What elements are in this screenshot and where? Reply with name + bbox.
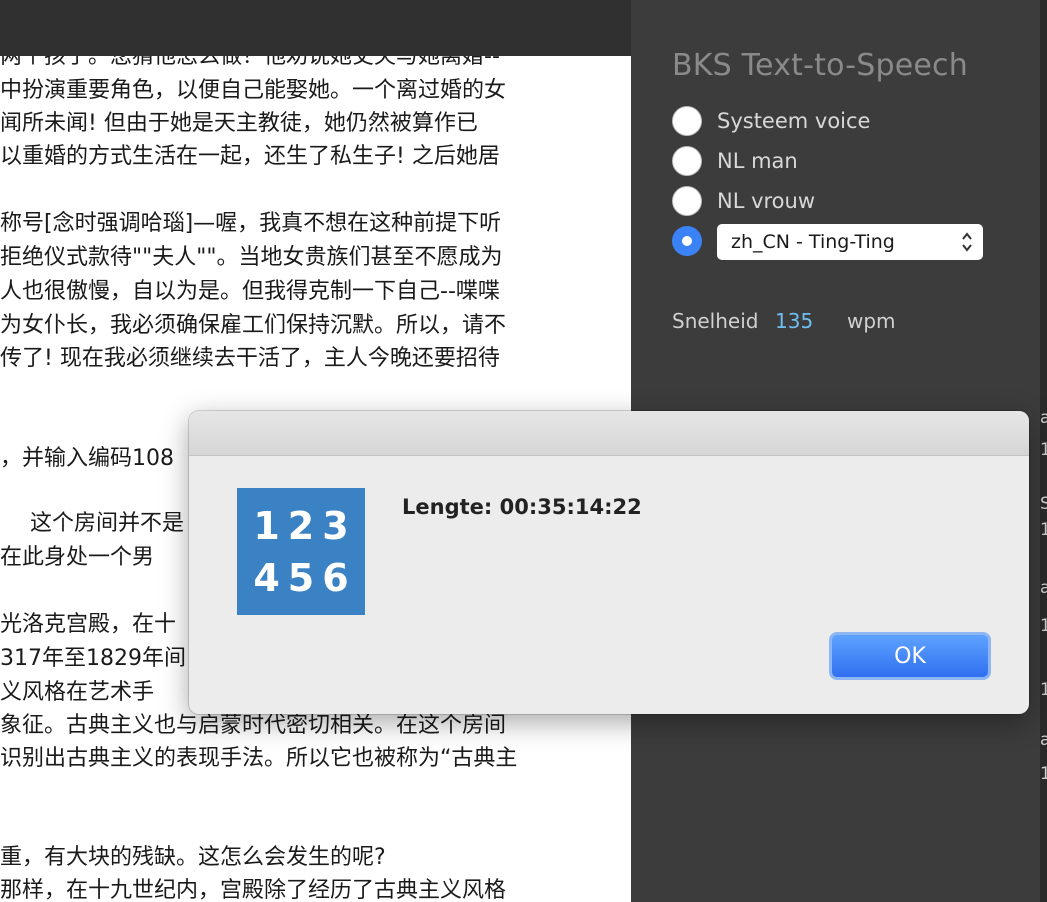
edge-text-fragment: 1: [1040, 440, 1047, 460]
radio-custom-voice[interactable]: [672, 226, 702, 256]
doc-line: 拒绝仪式款待""夫人""。当地女贵族们甚至不愿成为: [0, 245, 503, 270]
radio-button-icon[interactable]: [672, 106, 702, 136]
doc-line: 为女仆长，我必须确保雇工们保持沉默。所以，请不: [0, 313, 507, 338]
speed-value[interactable]: 135: [775, 309, 813, 333]
radio-systeem-voice[interactable]: Systeem voice: [672, 106, 870, 136]
edge-text-fragment: 1: [1040, 680, 1047, 700]
doc-line: 闻所未闻! 但由于她是天主教徒，她仍然被算作已: [0, 111, 478, 136]
doc-line: 那样，在十九世纪内，宫殿除了经历了古典主义风格: [0, 878, 507, 902]
doc-line: 重，有大块的残缺。这怎么会发生的呢?: [0, 845, 386, 870]
edge-text-fragment: 1: [1040, 520, 1047, 540]
voice-select[interactable]: zh_CN - Ting-Ting: [717, 224, 983, 260]
radio-label: Systeem voice: [717, 109, 871, 133]
select-arrows-icon: [959, 229, 975, 255]
radio-nl-man[interactable]: NL man: [672, 146, 798, 176]
edge-text-fragment: 1: [1040, 764, 1047, 784]
app-numbers-icon: 123 456: [237, 488, 365, 615]
radio-label: NL vrouw: [717, 189, 816, 213]
speed-unit: wpm: [847, 309, 896, 333]
edge-text-fragment: a: [1040, 408, 1047, 428]
doc-line: 人也很傲慢，自以为是。但我得克制一下自己--喋喋: [0, 279, 500, 304]
icon-row: 123: [253, 503, 357, 548]
doc-line: 光洛克宫殿，在十: [0, 612, 177, 637]
speed-label: Snelheid: [672, 309, 759, 333]
doc-line: 传了! 现在我必须继续去干活了，主人今晚还要招待: [0, 346, 500, 371]
doc-line: 这个房间并不是: [30, 511, 185, 536]
panel-title: BKS Text-to-Speech: [672, 48, 968, 83]
edge-text-fragment: 1: [1040, 616, 1047, 636]
icon-row: 456: [253, 555, 357, 600]
radio-selected-icon[interactable]: [672, 226, 702, 256]
radio-nl-vrouw[interactable]: NL vrouw: [672, 186, 815, 216]
dialog-titlebar[interactable]: [189, 411, 1029, 456]
edge-text-fragment: a: [1040, 578, 1047, 598]
doc-line: 在此身处一个男: [0, 545, 155, 570]
dialog-message: Lengte: 00:35:14:22: [402, 495, 642, 519]
doc-line: 称号[念时强调哈瑙]—喔，我真不想在这种前提下听: [0, 211, 502, 236]
doc-line: 义风格在艺术手: [0, 680, 155, 705]
edge-text-fragment: S: [1040, 494, 1047, 514]
radio-button-icon[interactable]: [672, 186, 702, 216]
length-dialog: 123 456 Lengte: 00:35:14:22 OK: [189, 411, 1029, 714]
ok-button[interactable]: OK: [829, 632, 991, 680]
doc-line: 象征。古典主义也与启蒙时代密切相关。在这个房间: [0, 713, 507, 738]
radio-button-icon[interactable]: [672, 146, 702, 176]
doc-line: 317年至1829年间: [0, 646, 186, 671]
doc-line: 识别出古典主义的表现手法。所以它也被称为“古典主: [0, 746, 518, 771]
doc-line: 中扮演重要角色，以便自己能娶她。一个离过婚的女: [0, 78, 507, 103]
doc-line: 以重婚的方式生活在一起，还生了私生子! 之后她居: [0, 144, 500, 169]
doc-line: ，并输入编码108: [0, 446, 174, 471]
edge-text-fragment: a: [1040, 730, 1047, 750]
doc-line: 两个孩子。您猜他怎么做？他劝说她丈夫与她离婚--: [0, 56, 500, 69]
voice-select-value: zh_CN - Ting-Ting: [731, 231, 895, 253]
radio-label: NL man: [717, 149, 798, 173]
